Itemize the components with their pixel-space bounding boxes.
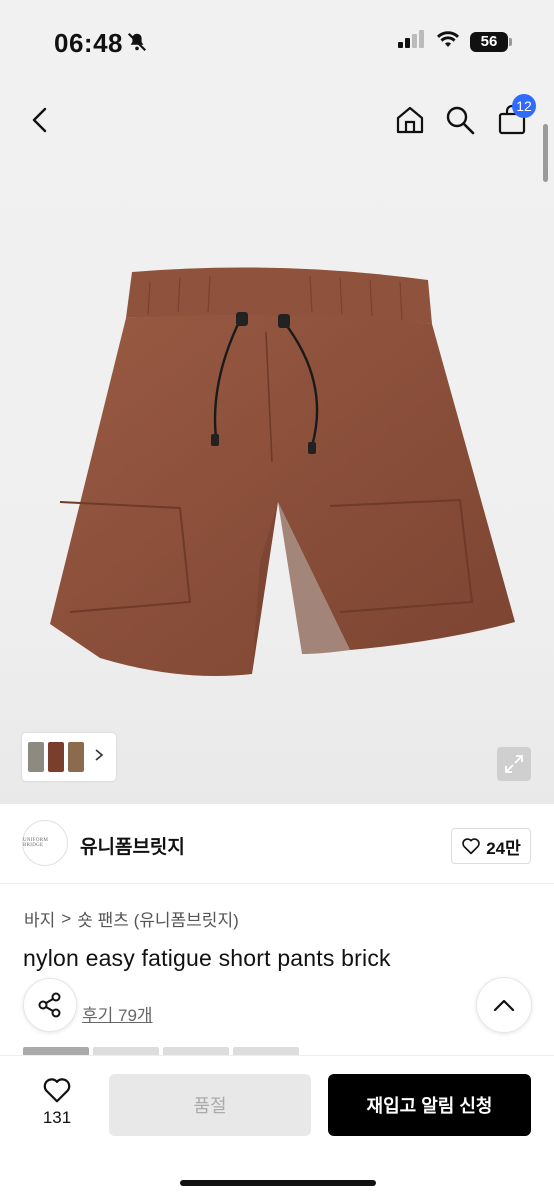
cart-button[interactable]: 12	[494, 94, 536, 138]
thumbnail-grey[interactable]	[28, 742, 44, 772]
breadcrumb-separator: >	[61, 908, 72, 928]
restock-alert-button[interactable]: 재입고 알림 신청	[328, 1074, 531, 1136]
soldout-button: 품절	[109, 1074, 311, 1136]
expand-image-button[interactable]	[497, 747, 531, 781]
review-link[interactable]: 후기 79개	[82, 1001, 153, 1026]
brand-name[interactable]: 유니폼브릿지	[80, 832, 185, 859]
product-title: nylon easy fatigue short pants brick	[23, 945, 391, 971]
thumbnail-strip[interactable]	[22, 733, 116, 781]
bottom-action-bar: 131 품절 재입고 알림 신청	[0, 1055, 554, 1200]
home-icon	[396, 106, 424, 134]
brand-like-count: 24만	[486, 838, 521, 858]
chevron-left-icon	[32, 107, 47, 133]
bell-muted-icon	[126, 31, 148, 58]
scrollbar[interactable]	[543, 124, 548, 182]
breadcrumb: 바지 > 숏 팬츠 (유니폼브릿지)	[24, 906, 239, 931]
brand-row: UNIFORM BRIDGE 유니폼브릿지 24만	[0, 804, 554, 884]
search-icon	[446, 106, 475, 135]
share-icon	[38, 992, 61, 1018]
thumbnail-brick[interactable]	[48, 742, 64, 772]
brand-logo[interactable]: UNIFORM BRIDGE	[22, 820, 68, 866]
scroll-top-button[interactable]	[476, 977, 532, 1033]
wish-button[interactable]: 131	[36, 1076, 78, 1134]
chevron-right-icon[interactable]	[94, 748, 104, 767]
search-button[interactable]	[442, 102, 478, 138]
status-bar: 06:48 56	[0, 0, 554, 84]
top-nav: 12	[0, 84, 554, 156]
heart-icon	[43, 1078, 71, 1103]
share-button[interactable]	[23, 978, 77, 1032]
heart-icon	[462, 838, 481, 855]
cart-badge: 12	[512, 94, 536, 118]
breadcrumb-subcategory[interactable]: 숏 팬츠 (유니폼브릿지)	[77, 906, 239, 931]
home-indicator	[180, 1180, 376, 1186]
wifi-icon	[436, 30, 460, 53]
status-time: 06:48	[54, 28, 123, 58]
back-button[interactable]	[22, 102, 58, 138]
status-indicators: 56	[398, 30, 512, 53]
wish-count: 131	[42, 1108, 72, 1127]
home-button[interactable]	[392, 102, 428, 138]
product-image	[50, 267, 515, 676]
brand-like-button[interactable]: 24만	[451, 828, 531, 864]
expand-icon	[505, 755, 523, 773]
chevron-up-icon	[493, 999, 515, 1012]
breadcrumb-category[interactable]: 바지	[24, 906, 55, 931]
battery-indicator: 56	[470, 31, 512, 52]
signal-icon	[398, 30, 426, 53]
thumbnail-brown[interactable]	[68, 742, 84, 772]
